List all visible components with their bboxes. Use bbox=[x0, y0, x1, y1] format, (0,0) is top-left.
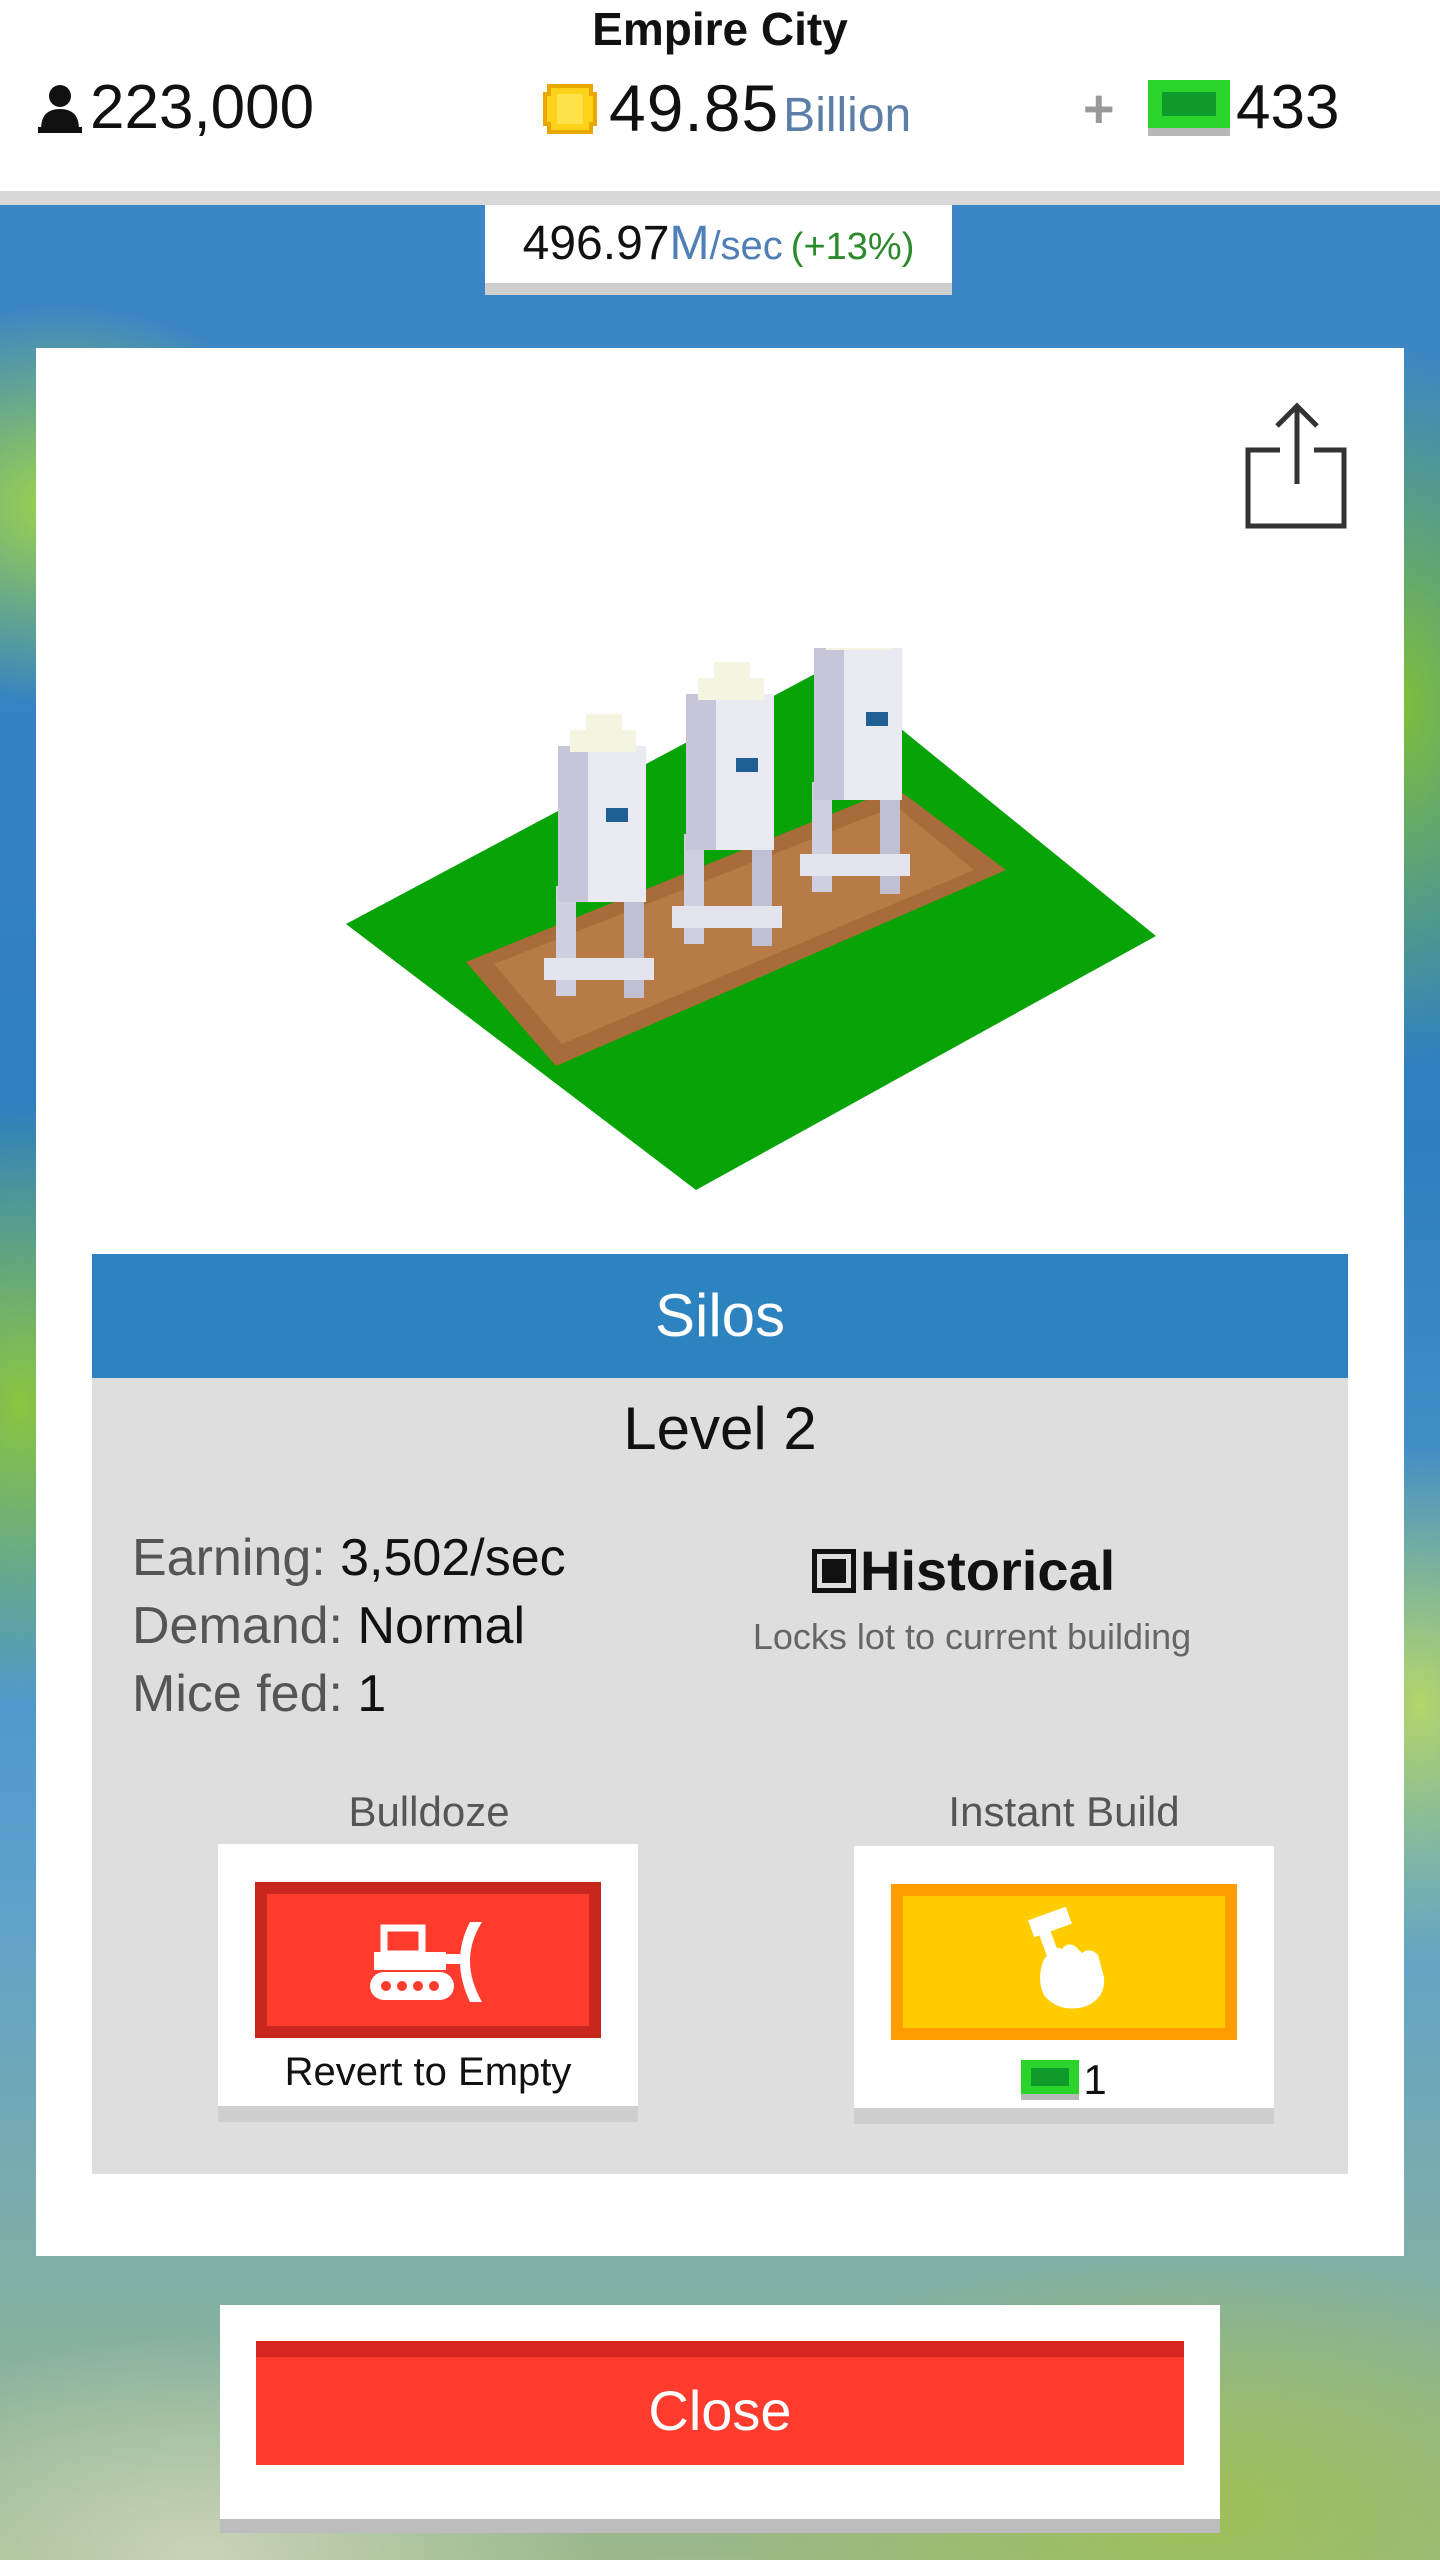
income-rate-change: (+13%) bbox=[790, 226, 915, 268]
bulldozer-icon bbox=[370, 1922, 482, 2002]
close-button-frame: Close bbox=[220, 2305, 1220, 2533]
instant-build-card: 1 bbox=[854, 1846, 1274, 2124]
resource-bar: Empire City 223,000 49.85 Billion + 433 bbox=[0, 0, 1440, 205]
cash-icon bbox=[1021, 2060, 1080, 2100]
coin-unit: Billion bbox=[783, 89, 912, 142]
instant-build-cost: 1 bbox=[854, 2056, 1274, 2104]
share-icon[interactable] bbox=[1244, 398, 1350, 530]
cash-icon bbox=[1148, 79, 1230, 136]
coin-value: 49.85 bbox=[609, 71, 780, 145]
stat-label: Mice fed: bbox=[132, 1665, 358, 1723]
building-info-panel: Silos Level 2 Earning: 3,502/sec Demand:… bbox=[36, 348, 1404, 2256]
bulldoze-button[interactable] bbox=[255, 1882, 601, 2038]
silos-building-image bbox=[346, 648, 1156, 1190]
city-name: Empire City bbox=[592, 3, 848, 55]
building-level: Level 2 bbox=[623, 1395, 817, 1462]
stat-mice-fed: Mice fed: 1 bbox=[132, 1660, 566, 1728]
income-rate-value: 496.97 bbox=[522, 217, 670, 270]
population-counter: 223,000 bbox=[38, 72, 314, 143]
stat-earning: Earning: 3,502/sec bbox=[132, 1524, 566, 1592]
historical-checkbox[interactable] bbox=[812, 1548, 856, 1593]
hammer-hand-icon bbox=[1028, 1907, 1105, 2009]
stat-value: 1 bbox=[357, 1665, 387, 1723]
buy-cash-button[interactable]: + bbox=[1083, 78, 1115, 140]
building-stats: Earning: 3,502/sec Demand: Normal Mice f… bbox=[132, 1524, 566, 1728]
close-button[interactable]: Close bbox=[256, 2341, 1184, 2465]
bulldoze-label: Revert to Empty bbox=[284, 2050, 572, 2094]
instant-build-cost-value: 1 bbox=[1083, 2056, 1107, 2103]
bulldoze-card: Revert to Empty bbox=[218, 1844, 638, 2122]
income-rate-per: /sec bbox=[709, 224, 783, 268]
stat-label: Demand: bbox=[132, 1597, 358, 1655]
building-details: Level 2 Earning: 3,502/sec Demand: Norma… bbox=[92, 1378, 1348, 2174]
person-icon bbox=[38, 84, 82, 133]
stat-value: Normal bbox=[357, 1597, 526, 1655]
stat-value: 3,502/sec bbox=[340, 1529, 566, 1587]
cash-value: 433 bbox=[1236, 73, 1340, 142]
silo-3 bbox=[800, 648, 910, 894]
building-name: Silos bbox=[92, 1254, 1348, 1378]
instant-build-caption: Instant Build bbox=[948, 1788, 1180, 1835]
population-value: 223,000 bbox=[90, 73, 315, 142]
historical-toggle[interactable]: Historical bbox=[812, 1538, 1115, 1603]
income-rate: 496.97M/sec (+13%) bbox=[485, 205, 952, 295]
coin-icon bbox=[543, 84, 597, 134]
stat-demand: Demand: Normal bbox=[132, 1592, 566, 1660]
checkbox-checked-mark bbox=[822, 1558, 846, 1583]
instant-build-button[interactable] bbox=[891, 1884, 1237, 2040]
bulldoze-caption: Bulldoze bbox=[348, 1788, 510, 1835]
historical-description: Locks lot to current building bbox=[752, 1616, 1192, 1657]
cash-counter: 433 bbox=[1148, 72, 1339, 143]
income-rate-unit: M bbox=[669, 217, 710, 270]
coin-counter: 49.85 Billion bbox=[543, 70, 911, 146]
historical-label: Historical bbox=[860, 1539, 1116, 1602]
stat-label: Earning: bbox=[132, 1529, 341, 1587]
